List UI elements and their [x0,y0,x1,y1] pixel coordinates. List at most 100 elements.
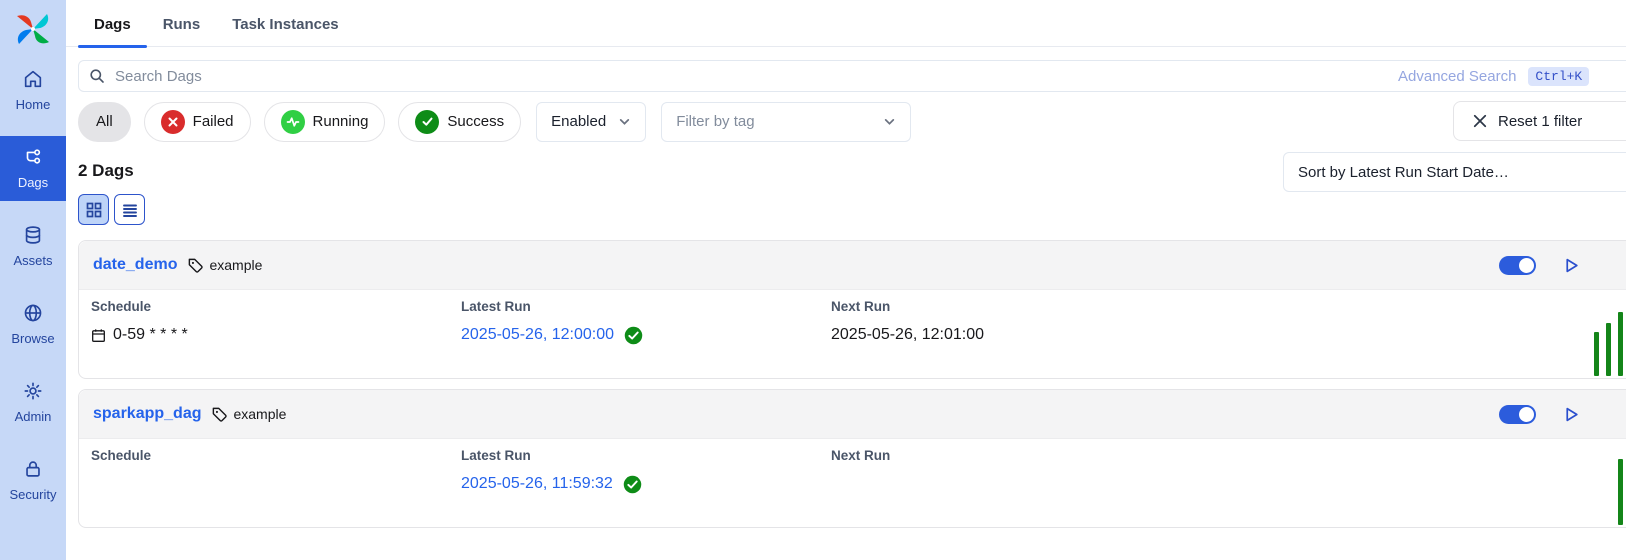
main-content: Dags Runs Task Instances Advanced Search… [66,0,1626,528]
close-icon [1473,114,1487,128]
tab-task-instances[interactable]: Task Instances [216,3,354,46]
airflow-dags-page: Home Dags Assets Browse [0,0,1626,560]
recent-runs-bar-chart [1618,459,1623,525]
sidebar-item-home[interactable]: Home [0,58,66,123]
dags-icon [22,146,44,168]
dag-card-body: Schedule Latest Run 2025-05-26, 11:59:32 [79,439,1626,527]
filter-chip-all[interactable]: All [78,102,131,142]
search-bar: Advanced Search Ctrl+K [78,60,1626,92]
filter-chip-running[interactable]: Running [264,102,386,142]
home-icon [22,68,44,90]
recent-runs-bar-chart [1594,312,1623,376]
shortcut-badge: Ctrl+K [1528,67,1589,86]
dag-tag[interactable]: example [209,257,262,273]
enabled-select-value: Enabled [551,113,606,130]
browse-icon [22,302,44,324]
dag-card-body: Schedule 0-59 * * * * Latest Run [79,290,1626,378]
dag-card-header: sparkapp_dag example [79,390,1626,439]
success-check-icon [623,475,642,494]
dag-enabled-toggle[interactable] [1499,256,1536,275]
sidebar: Home Dags Assets Browse [0,0,66,560]
schedule-value: 0-59 * * * * [91,324,188,346]
card-view-button[interactable] [78,194,109,225]
sidebar-item-dags[interactable]: Dags [0,136,66,201]
dag-card-header: date_demo example [79,241,1626,290]
sort-select[interactable]: Sort by Latest Run Start Date… [1283,152,1626,192]
run-duration-bar[interactable] [1618,459,1623,525]
dag-enabled-toggle[interactable] [1499,405,1536,424]
latest-run-column: Latest Run 2025-05-26, 12:00:00 [461,290,643,346]
dag-card-sparkapp-dag: sparkapp_dag example [78,389,1626,528]
tag-select-placeholder: Filter by tag [676,113,754,130]
tab-runs[interactable]: Runs [147,3,217,46]
next-run-label: Next Run [831,299,984,314]
latest-run-label: Latest Run [461,299,643,314]
sidebar-item-label: Security [10,487,57,502]
schedule-label: Schedule [91,448,151,463]
sidebar-item-assets[interactable]: Assets [0,214,66,279]
dag-card-date-demo: date_demo example [78,240,1626,379]
run-duration-bar[interactable] [1618,312,1623,376]
chevron-down-icon [618,115,631,128]
sidebar-item-label: Home [16,97,51,112]
sidebar-item-label: Browse [11,331,54,346]
failed-status-icon [161,110,185,134]
schedule-text: 0-59 * * * * [113,326,188,344]
dag-name-link[interactable]: date_demo [93,256,177,274]
schedule-column: Schedule 0-59 * * * * [91,290,188,346]
play-icon [1563,406,1580,423]
calendar-icon [91,328,106,343]
dag-card-list: date_demo example [78,240,1626,528]
latest-run-link[interactable]: 2025-05-26, 11:59:32 [461,475,613,493]
toggle-knob [1519,258,1534,273]
sidebar-item-label: Dags [18,175,48,190]
sidebar-item-browse[interactable]: Browse [0,292,66,357]
sidebar-item-label: Admin [15,409,52,424]
tab-dags[interactable]: Dags [78,3,147,46]
chip-label: All [96,113,113,130]
filters-row: All Failed Running [78,101,1626,142]
search-input[interactable] [78,60,1626,92]
tag-icon [211,406,228,423]
tag-filter-select[interactable]: Filter by tag [661,102,911,142]
trigger-dag-button[interactable] [1562,257,1580,275]
latest-run-link[interactable]: 2025-05-26, 12:00:00 [461,326,614,344]
chip-label: Failed [193,113,234,130]
admin-gear-icon [22,380,44,402]
dag-card-actions [1499,241,1580,290]
sidebar-item-admin[interactable]: Admin [0,370,66,435]
content-area: Advanced Search Ctrl+K All Failed [66,60,1626,528]
sidebar-item-security[interactable]: Security [0,448,66,513]
play-icon [1563,257,1580,274]
reset-filters-button[interactable]: Reset 1 filter [1453,101,1626,141]
reset-filters-label: Reset 1 filter [1498,113,1582,130]
chip-label: Running [313,113,369,130]
search-icon [89,68,105,84]
running-status-icon [281,110,305,134]
grid-view-icon [86,202,102,218]
latest-run-label: Latest Run [461,448,642,463]
run-duration-bar[interactable] [1594,332,1599,376]
filter-chip-success[interactable]: Success [398,102,521,142]
next-run-column: Next Run 2025-05-26, 12:01:00 [831,290,984,346]
run-duration-bar[interactable] [1606,323,1611,376]
filter-chip-failed[interactable]: Failed [144,102,251,142]
latest-run-column: Latest Run 2025-05-26, 11:59:32 [461,439,642,495]
chip-label: Success [447,113,504,130]
dag-card-actions [1499,390,1580,439]
airflow-logo[interactable] [0,0,66,58]
dag-tag[interactable]: example [233,406,286,422]
next-run-label: Next Run [831,448,890,463]
success-status-icon [415,110,439,134]
enabled-filter-select[interactable]: Enabled [536,102,646,142]
trigger-dag-button[interactable] [1562,406,1580,424]
next-run-column: Next Run [831,439,890,495]
advanced-search-link[interactable]: Advanced Search [1398,68,1516,85]
security-lock-icon [22,458,44,480]
next-run-text: 2025-05-26, 12:01:00 [831,326,984,344]
schedule-label: Schedule [91,299,188,314]
top-tabs: Dags Runs Task Instances [66,0,1626,47]
list-view-button[interactable] [114,194,145,225]
airflow-pinwheel-icon [13,10,53,48]
dag-name-link[interactable]: sparkapp_dag [93,405,201,423]
